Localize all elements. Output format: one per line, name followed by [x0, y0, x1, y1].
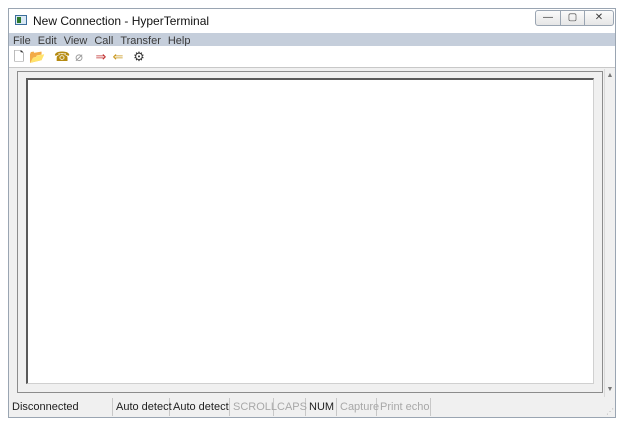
- title-bar: New Connection - HyperTerminal — ▢ ✕: [9, 9, 615, 33]
- send-file-icon[interactable]: ⇒: [93, 49, 109, 65]
- terminal-frame: [17, 71, 603, 393]
- close-button[interactable]: ✕: [584, 10, 614, 26]
- terminal-area[interactable]: [26, 78, 594, 384]
- window-title: New Connection - HyperTerminal: [33, 14, 210, 28]
- hyperterminal-app-icon[interactable]: [15, 15, 27, 25]
- capture-indicator: Capture: [337, 398, 379, 416]
- settings-detect: Auto detect: [170, 398, 230, 416]
- minimize-button[interactable]: —: [535, 10, 561, 26]
- caps-lock-indicator: CAPS: [274, 398, 307, 416]
- menu-bar: File Edit View Call Transfer Help: [9, 33, 615, 47]
- connect-phone-icon[interactable]: ☎: [54, 49, 70, 65]
- status-bar: Disconnected Auto detect Auto detect SCR…: [9, 397, 615, 417]
- vertical-scrollbar[interactable]: ▲ ▼: [604, 69, 615, 397]
- toolbar: 🗋 📂 ☎ ⌀ ⇒ ⇐ ⚙: [9, 46, 615, 68]
- num-lock-indicator: NUM: [306, 398, 337, 416]
- resize-grip-icon[interactable]: ⋰: [606, 408, 614, 416]
- emulation-detect: Auto detect: [113, 398, 172, 416]
- connection-status: Disconnected: [9, 398, 113, 416]
- disconnect-icon[interactable]: ⌀: [71, 49, 87, 65]
- maximize-button[interactable]: ▢: [560, 10, 585, 26]
- print-echo-indicator: Print echo: [377, 398, 431, 416]
- scroll-up-icon[interactable]: ▲: [605, 71, 615, 81]
- scroll-down-icon[interactable]: ▼: [605, 385, 615, 395]
- receive-file-icon[interactable]: ⇐: [110, 49, 126, 65]
- scroll-lock-indicator: SCROLL: [230, 398, 277, 416]
- properties-icon[interactable]: ⚙: [131, 49, 147, 65]
- hyperterminal-window: New Connection - HyperTerminal — ▢ ✕ Fil…: [8, 8, 616, 418]
- new-connection-icon[interactable]: 🗋: [11, 49, 27, 65]
- open-folder-icon[interactable]: 📂: [29, 49, 45, 65]
